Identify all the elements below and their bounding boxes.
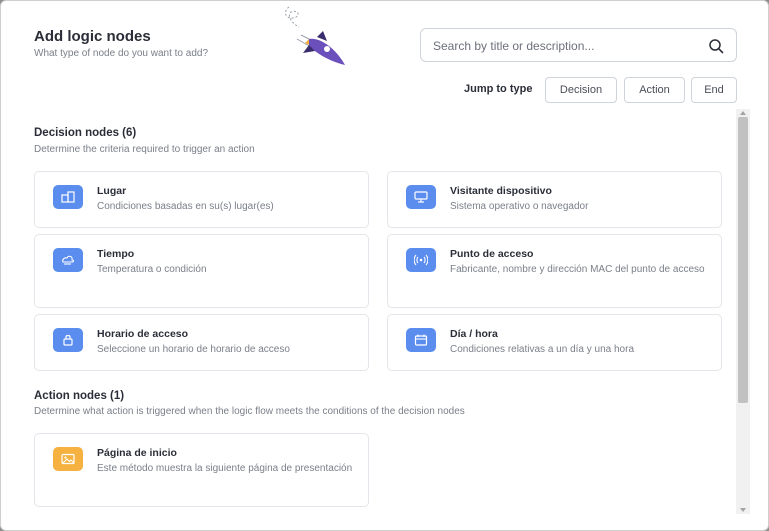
node-card-title: Punto de acceso <box>450 248 534 260</box>
node-card-title: Visitante dispositivo <box>450 185 552 197</box>
node-card-title: Día / hora <box>450 328 498 340</box>
node-card-desc: Condiciones basadas en su(s) lugar(es) <box>97 201 274 212</box>
node-card-dia-hora[interactable]: Día / hora Condiciones relativas a un dí… <box>387 314 722 371</box>
search-box <box>420 28 737 62</box>
weather-icon <box>53 248 83 272</box>
node-card-desc: Este método muestra la siguiente página … <box>97 463 353 474</box>
node-card-pagina-de-inicio[interactable]: Página de inicio Este método muestra la … <box>34 433 369 507</box>
node-card-title: Tiempo <box>97 248 135 260</box>
rocket-icon <box>285 6 345 65</box>
node-card-punto-de-acceso[interactable]: Punto de acceso Fabricante, nombre y dir… <box>387 234 722 308</box>
node-card-desc: Seleccione un horario de horario de acce… <box>97 344 290 355</box>
add-logic-nodes-dialog: Add logic nodes What type of node do you… <box>0 0 769 531</box>
building-icon <box>53 185 83 209</box>
wifi-antenna-icon <box>406 248 436 272</box>
jump-end-button[interactable]: End <box>691 77 737 103</box>
jump-decision-button[interactable]: Decision <box>545 77 617 103</box>
node-card-desc: Temperatura o condición <box>97 264 207 275</box>
lock-icon <box>53 328 83 352</box>
jump-action-button[interactable]: Action <box>624 77 685 103</box>
scroll-down-arrow[interactable] <box>740 508 746 512</box>
dialog-subtitle: What type of node do you want to add? <box>34 48 209 59</box>
node-card-tiempo[interactable]: Tiempo Temperatura o condición <box>34 234 369 308</box>
node-card-title: Horario de acceso <box>97 328 189 340</box>
decision-section-title: Decision nodes (6) <box>34 127 137 139</box>
node-card-desc: Fabricante, nombre y dirección MAC del p… <box>450 264 705 275</box>
dialog-title: Add logic nodes <box>34 28 151 45</box>
node-card-title: Página de inicio <box>97 447 177 459</box>
decision-section-desc: Determine the criteria required to trigg… <box>34 144 255 155</box>
search-icon[interactable] <box>708 38 724 54</box>
node-card-title: Lugar <box>97 185 127 197</box>
node-card-visitante-dispositivo[interactable]: Visitante dispositivo Sistema operativo … <box>387 171 722 228</box>
node-card-desc: Sistema operativo o navegador <box>450 201 589 212</box>
image-icon <box>53 447 83 471</box>
calendar-icon <box>406 328 436 352</box>
node-card-horario-de-acceso[interactable]: Horario de acceso Seleccione un horario … <box>34 314 369 371</box>
monitor-icon <box>406 185 436 209</box>
action-section-title: Action nodes (1) <box>34 390 125 402</box>
jump-to-type-label: Jump to type <box>464 83 533 95</box>
scroll-up-arrow[interactable] <box>740 111 746 115</box>
node-card-desc: Condiciones relativas a un día y una hor… <box>450 344 635 355</box>
action-section-desc: Determine what action is triggered when … <box>34 406 465 417</box>
search-input[interactable] <box>433 37 703 55</box>
node-card-lugar[interactable]: Lugar Condiciones basadas en su(s) lugar… <box>34 171 369 228</box>
scrollbar-thumb[interactable] <box>738 117 748 403</box>
